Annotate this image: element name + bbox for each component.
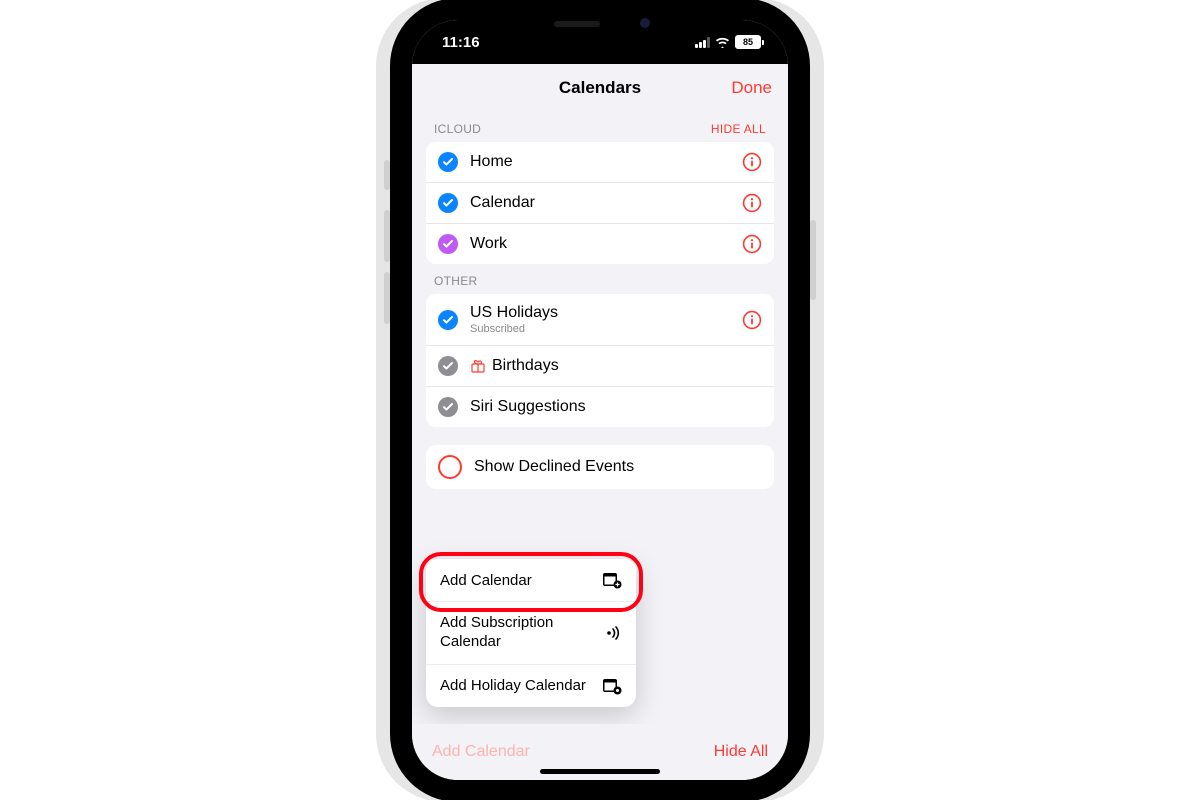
info-icon[interactable] [742, 152, 762, 172]
add-calendar-button[interactable]: Add Calendar [432, 743, 530, 761]
broadcast-icon [602, 624, 622, 642]
unchecked-circle-icon[interactable] [438, 455, 462, 479]
checkmark-icon[interactable] [438, 356, 458, 376]
checkmark-icon[interactable] [438, 310, 458, 330]
section-header-other: OTHER [426, 264, 774, 294]
calendar-row-siri[interactable]: Siri Suggestions [426, 386, 774, 427]
declined-group: Show Declined Events [426, 445, 774, 489]
icloud-group: Home Calendar Work [426, 142, 774, 264]
popup-item-label: Add Calendar [440, 572, 532, 589]
popup-item-label: Add Subscription Calendar [440, 614, 580, 652]
section-header-icloud: ICLOUD HIDE ALL [426, 112, 774, 142]
calendar-add-icon [602, 571, 622, 589]
popup-add-holiday[interactable]: Add Holiday Calendar [426, 664, 636, 707]
declined-label: Show Declined Events [474, 458, 762, 476]
checkmark-icon[interactable] [438, 152, 458, 172]
calendar-label: Birthdays [492, 357, 762, 375]
cellular-signal-icon [695, 37, 710, 48]
checkmark-icon[interactable] [438, 193, 458, 213]
calendar-label: US Holidays [470, 304, 742, 322]
calendar-label: Siri Suggestions [470, 398, 762, 416]
calendar-row-us-holidays[interactable]: US Holidays Subscribed [426, 294, 774, 345]
page-title: Calendars [559, 78, 641, 98]
calendar-label: Work [470, 235, 742, 253]
battery-icon: 85 [735, 35, 764, 49]
popup-add-calendar[interactable]: Add Calendar [426, 559, 636, 601]
calendar-label: Home [470, 153, 742, 171]
content-scroll[interactable]: ICLOUD HIDE ALL Home Calendar [412, 112, 788, 724]
wifi-icon [715, 37, 730, 48]
home-indicator[interactable] [540, 769, 660, 774]
hide-all-button[interactable]: Hide All [714, 743, 768, 761]
gift-icon [470, 358, 486, 374]
screen: 11:16 85 Calendars Done [412, 20, 788, 780]
mute-switch [384, 160, 390, 190]
add-calendar-popup: Add Calendar Add Subscription Calendar A… [426, 559, 636, 707]
info-icon[interactable] [742, 234, 762, 254]
hide-all-icloud-button[interactable]: HIDE ALL [711, 122, 766, 136]
battery-level: 85 [743, 37, 753, 47]
status-time: 11:16 [442, 34, 480, 51]
section-label: OTHER [434, 274, 478, 288]
calendars-sheet: Calendars Done ICLOUD HIDE ALL Home [412, 64, 788, 780]
notch [510, 10, 690, 38]
show-declined-row[interactable]: Show Declined Events [426, 445, 774, 489]
volume-up-button [384, 210, 390, 262]
status-right: 85 [695, 35, 764, 49]
popup-item-label: Add Holiday Calendar [440, 677, 586, 694]
sheet-header: Calendars Done [412, 64, 788, 112]
volume-down-button [384, 272, 390, 324]
power-button [810, 220, 816, 300]
calendar-label-block: US Holidays Subscribed [470, 304, 742, 335]
done-button[interactable]: Done [731, 64, 772, 112]
info-icon[interactable] [742, 193, 762, 213]
checkmark-icon[interactable] [438, 397, 458, 417]
calendar-holiday-icon [602, 677, 622, 695]
calendar-row-birthdays[interactable]: Birthdays [426, 345, 774, 386]
calendar-label: Calendar [470, 194, 742, 212]
phone-frame: 11:16 85 Calendars Done [402, 10, 798, 790]
popup-add-subscription[interactable]: Add Subscription Calendar [426, 601, 636, 664]
info-icon[interactable] [742, 310, 762, 330]
other-group: US Holidays Subscribed Birthdays [426, 294, 774, 427]
calendar-row-work[interactable]: Work [426, 223, 774, 264]
section-label: ICLOUD [434, 122, 481, 136]
popup-zone: Add Calendar Add Subscription Calendar A… [426, 559, 774, 707]
checkmark-icon[interactable] [438, 234, 458, 254]
calendar-sublabel: Subscribed [470, 323, 742, 335]
calendar-row-home[interactable]: Home [426, 142, 774, 182]
calendar-row-calendar[interactable]: Calendar [426, 182, 774, 223]
